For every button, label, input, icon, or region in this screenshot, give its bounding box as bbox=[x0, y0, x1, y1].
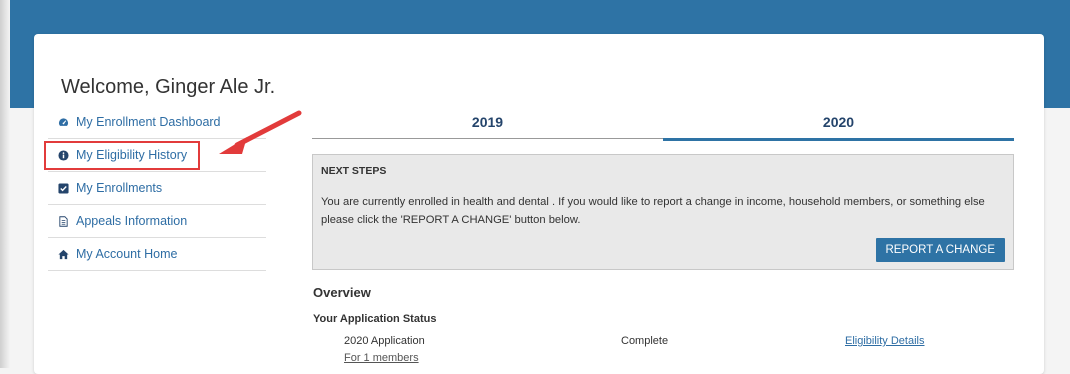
sidebar-item-appeals[interactable]: Appeals Information bbox=[48, 205, 266, 238]
annotation-arrow-icon bbox=[219, 110, 302, 154]
report-a-change-button[interactable]: REPORT A CHANGE bbox=[875, 238, 1005, 262]
dashboard-icon bbox=[58, 117, 69, 128]
tab-2019[interactable]: 2019 bbox=[312, 108, 663, 139]
sidebar-item-label: Appeals Information bbox=[76, 214, 188, 228]
next-steps-title: NEXT STEPS bbox=[321, 165, 387, 177]
next-steps-panel: NEXT STEPS You are currently enrolled in… bbox=[312, 154, 1014, 270]
document-icon bbox=[58, 215, 69, 227]
home-icon bbox=[58, 249, 69, 260]
sidebar-item-enrollments[interactable]: My Enrollments bbox=[48, 172, 266, 205]
sidebar-item-label: My Enrollments bbox=[76, 181, 163, 195]
tab-2020[interactable]: 2020 bbox=[663, 108, 1014, 141]
info-circle-icon bbox=[58, 149, 69, 161]
sidebar-item-label: My Eligibility History bbox=[76, 148, 188, 162]
sidebar-item-label: My Enrollment Dashboard bbox=[76, 115, 221, 129]
application-name: 2020 Application bbox=[344, 335, 425, 347]
next-steps-text: You are currently enrolled in health and… bbox=[321, 196, 985, 226]
sidebar-item-label: My Account Home bbox=[76, 247, 178, 261]
application-members-link[interactable]: For 1 members bbox=[344, 352, 419, 364]
sidebar-item-account-home[interactable]: My Account Home bbox=[48, 238, 266, 271]
welcome-heading: Welcome, Ginger Ale Jr. bbox=[61, 76, 276, 98]
eligibility-details-link[interactable]: Eligibility Details bbox=[845, 335, 924, 347]
page-edge-shadow bbox=[0, 0, 10, 368]
year-tabs: 2019 2020 bbox=[312, 108, 1014, 141]
overview-heading: Overview bbox=[313, 285, 371, 300]
checkbox-icon bbox=[58, 182, 69, 194]
application-status-heading: Your Application Status bbox=[313, 313, 437, 325]
application-status-value: Complete bbox=[621, 335, 669, 347]
